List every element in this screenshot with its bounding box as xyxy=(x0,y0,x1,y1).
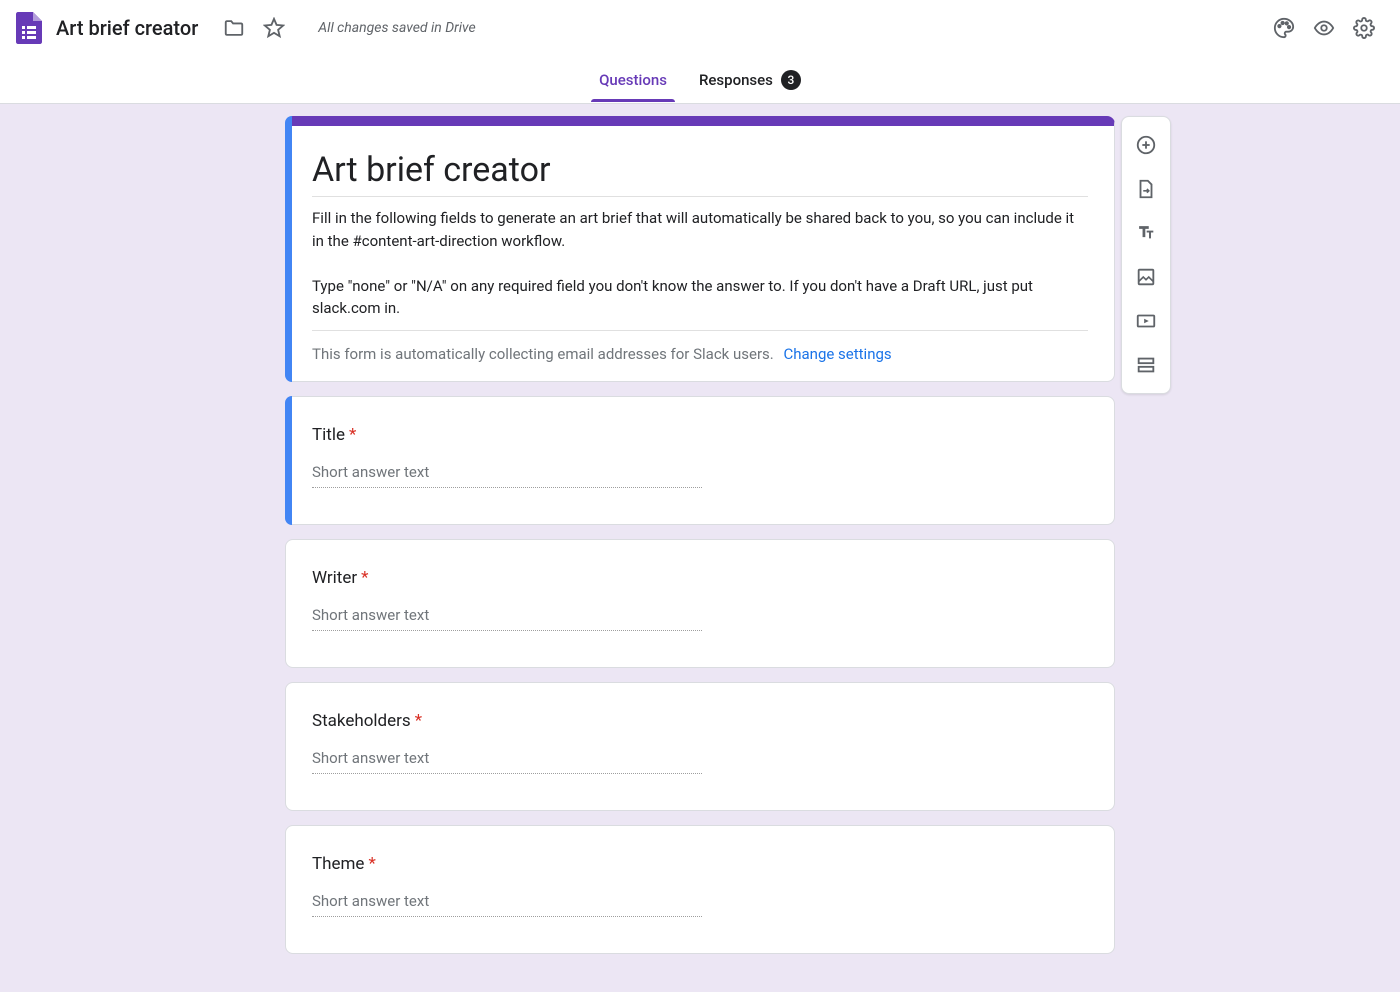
email-collection-notice: This form is automatically collecting em… xyxy=(312,345,1088,363)
question-card[interactable]: Theme* Short answer text xyxy=(285,825,1115,954)
responses-count-badge: 3 xyxy=(781,70,801,90)
form-description[interactable]: Fill in the following fields to generate… xyxy=(312,207,1088,331)
add-video-icon[interactable] xyxy=(1122,299,1170,343)
question-card[interactable]: Stakeholders* Short answer text xyxy=(285,682,1115,811)
question-label[interactable]: Theme* xyxy=(312,854,1088,874)
tab-questions-label: Questions xyxy=(599,71,667,89)
form-title-text[interactable]: Art brief creator xyxy=(312,150,1088,197)
question-label[interactable]: Writer* xyxy=(312,568,1088,588)
question-card[interactable]: Title* Short answer text xyxy=(285,396,1115,525)
question-card[interactable]: Writer* Short answer text xyxy=(285,539,1115,668)
short-answer-placeholder: Short answer text xyxy=(312,606,702,631)
short-answer-placeholder: Short answer text xyxy=(312,892,702,917)
saved-status: All changes saved in Drive xyxy=(318,20,475,36)
required-star-icon: * xyxy=(415,711,422,731)
star-icon[interactable] xyxy=(254,8,294,48)
change-settings-link[interactable]: Change settings xyxy=(783,345,891,363)
required-star-icon: * xyxy=(349,425,356,445)
forms-logo-icon[interactable] xyxy=(16,12,42,44)
required-star-icon: * xyxy=(368,854,375,874)
add-section-icon[interactable] xyxy=(1122,343,1170,387)
app-header: Art brief creator All changes saved in D… xyxy=(0,0,1400,56)
question-label[interactable]: Stakeholders* xyxy=(312,711,1088,731)
settings-icon[interactable] xyxy=(1344,8,1384,48)
form-canvas: Art brief creator Fill in the following … xyxy=(0,104,1400,992)
form-container: Art brief creator Fill in the following … xyxy=(285,116,1115,954)
form-title-header[interactable]: Art brief creator xyxy=(56,16,198,40)
move-to-folder-icon[interactable] xyxy=(214,8,254,48)
tabs-row: Questions Responses 3 xyxy=(0,56,1400,104)
form-header-card[interactable]: Art brief creator Fill in the following … xyxy=(285,116,1115,382)
add-question-icon[interactable] xyxy=(1122,123,1170,167)
question-label[interactable]: Title* xyxy=(312,425,1088,445)
required-star-icon: * xyxy=(361,568,368,588)
side-toolbar xyxy=(1121,116,1171,394)
preview-icon[interactable] xyxy=(1304,8,1344,48)
customize-theme-icon[interactable] xyxy=(1264,8,1304,48)
tab-responses[interactable]: Responses 3 xyxy=(683,58,817,102)
tab-responses-label: Responses xyxy=(699,71,773,89)
short-answer-placeholder: Short answer text xyxy=(312,749,702,774)
import-questions-icon[interactable] xyxy=(1122,167,1170,211)
add-image-icon[interactable] xyxy=(1122,255,1170,299)
add-title-icon[interactable] xyxy=(1122,211,1170,255)
short-answer-placeholder: Short answer text xyxy=(312,463,702,488)
tab-questions[interactable]: Questions xyxy=(583,59,683,101)
